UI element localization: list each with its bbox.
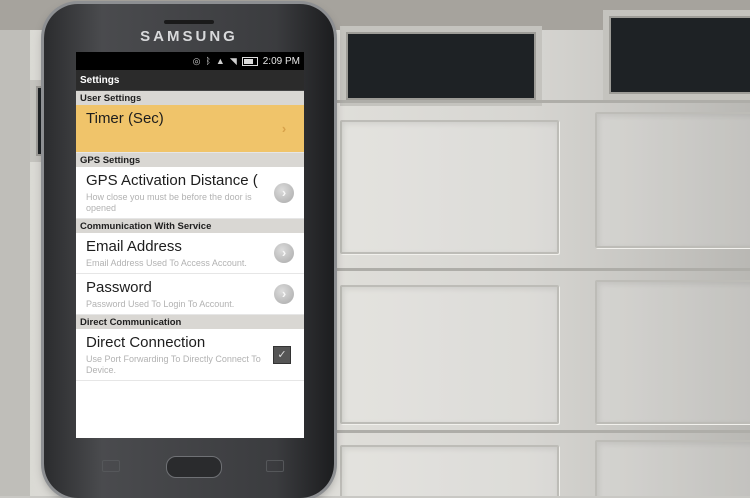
status-time: 2:09 PM [262, 55, 300, 67]
chevron-icon: › [274, 243, 294, 263]
settings-title: Settings [76, 70, 304, 91]
pref-summary: Use Port Forwarding To Directly Connect … [86, 354, 261, 375]
pref-summary: How close you must be before the door is… [86, 192, 252, 213]
section-header-communication-with-service: Communication With Service [76, 219, 304, 233]
wifi-icon: ◥ [229, 55, 237, 66]
door-panel [340, 285, 559, 424]
nfc-icon: ◎ [192, 55, 201, 66]
garage-window [340, 26, 542, 106]
section-header-gps-settings: GPS Settings [76, 153, 304, 167]
pref-email-address[interactable]: Email Address Email Address Used To Acce… [76, 233, 304, 274]
phone-brand-logo: SAMSUNG [140, 28, 238, 45]
pref-title: Timer (Sec) [86, 110, 164, 127]
chevron-icon: › [274, 182, 294, 203]
menu-key[interactable] [102, 460, 120, 472]
bluetooth-icon: ᛒ [205, 56, 211, 66]
checkbox-icon[interactable]: ✓ [273, 345, 291, 364]
pref-title: Direct Connection [86, 334, 206, 351]
pref-summary: Email Address Used To Access Account. [86, 258, 247, 268]
pref-title: GPS Activation Distance ( [86, 172, 258, 189]
pref-summary: Password Used To Login To Account. [86, 299, 235, 309]
battery-icon [241, 56, 258, 66]
door-seam [330, 430, 750, 433]
phone-screen: ◎ ᛒ ▲ ◥ 2:09 PM Settings User Settings T… [76, 52, 304, 438]
chevron-icon: › [274, 284, 294, 304]
door-panel [340, 445, 559, 496]
pref-title: Password [86, 279, 152, 296]
smartphone: SAMSUNG ◎ ᛒ ▲ ◥ 2:09 PM Settings User Se… [44, 4, 334, 498]
home-button[interactable] [166, 456, 222, 478]
door-seam [330, 268, 750, 271]
signal-icon: ▲ [215, 56, 225, 66]
status-bar: ◎ ᛒ ▲ ◥ 2:09 PM [76, 52, 304, 70]
garage-window [603, 10, 750, 100]
chevron-icon: › [281, 120, 287, 136]
back-key[interactable] [266, 460, 284, 472]
earpiece-speaker [164, 20, 214, 24]
door-panel [595, 440, 750, 496]
section-header-user-settings: User Settings [76, 91, 304, 105]
section-header-direct-communication: Direct Communication [76, 315, 304, 329]
pref-timer[interactable]: Timer (Sec) › [76, 105, 304, 153]
door-panel [595, 112, 750, 248]
door-frame-post [0, 30, 30, 496]
pref-title: Email Address [86, 238, 182, 255]
pref-direct-connection[interactable]: Direct Connection Use Port Forwarding To… [76, 329, 304, 381]
door-panel [340, 120, 559, 254]
pref-gps-activation-distance[interactable]: GPS Activation Distance ( How close you … [76, 167, 304, 219]
door-seam [330, 100, 750, 103]
door-panel [595, 280, 750, 424]
pref-password[interactable]: Password Password Used To Login To Accou… [76, 274, 304, 315]
